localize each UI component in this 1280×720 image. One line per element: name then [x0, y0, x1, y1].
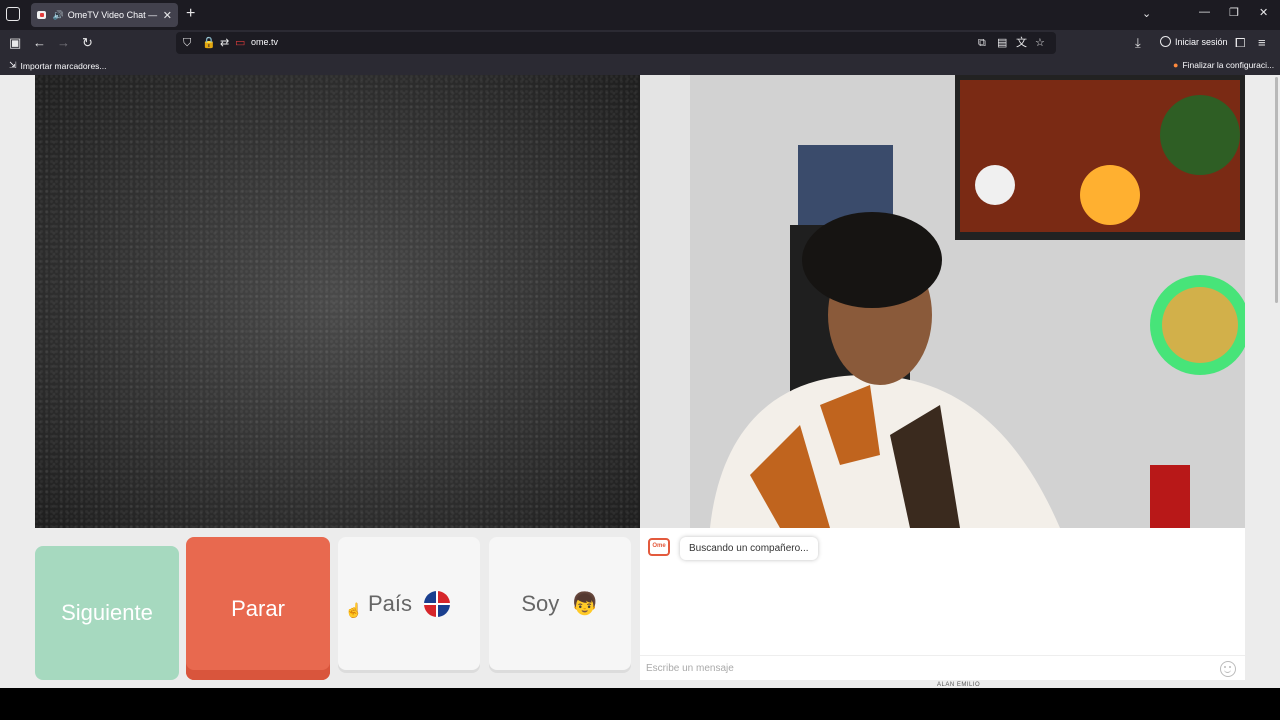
active-tab[interactable]: 🔊 OmeTV Video Chat — Ome ✕	[31, 3, 178, 27]
camera-icon[interactable]: ▭	[235, 35, 245, 51]
chevron-down-icon[interactable]: ⌄	[1142, 7, 1151, 20]
status-message: Buscando un compañero...	[680, 537, 818, 560]
new-tab-icon[interactable]: +	[186, 5, 195, 23]
sign-in-label: Iniciar sesión	[1175, 36, 1228, 47]
bookmarks-bar: ⇲ Importar marcadores... ● Finalizar la …	[0, 56, 1280, 75]
bottom-caption: ALAN EMILIO	[937, 682, 981, 688]
gender-button-label: Soy	[521, 590, 560, 616]
url-bar[interactable]: ⛉ 🔒 ⇄ ▭ ome.tv ⧉ ▤ 文 ☆	[176, 32, 1056, 54]
picture-in-picture-icon[interactable]: ⧉	[978, 35, 986, 51]
emoji-icon[interactable]	[1220, 661, 1236, 677]
permissions-icon[interactable]: ⇄	[220, 35, 229, 51]
downloads-icon[interactable]: ⤓	[1135, 35, 1141, 51]
finish-setup-item[interactable]: ● Finalizar la configuraci...	[1173, 60, 1274, 70]
audio-playing-icon[interactable]: 🔊	[52, 10, 63, 21]
dominican-flag-icon	[424, 590, 451, 617]
tab-title: OmeTV Video Chat — Ome	[67, 10, 159, 20]
reader-view-icon[interactable]: ▤	[997, 35, 1007, 51]
back-icon[interactable]: ←	[33, 35, 46, 51]
ometv-logo-icon: Ome	[648, 538, 670, 556]
page-content: Siguiente Parar País Soy 👦 ☝ Ome Buscand…	[0, 75, 1280, 688]
sign-in-button[interactable]: Iniciar sesión	[1160, 36, 1228, 47]
navigation-bar: ▣ ← → ↻ ⛉ 🔒 ⇄ ▭ ome.tv ⧉ ▤ 文 ☆ ⤓ Iniciar…	[0, 30, 1280, 56]
translate-icon[interactable]: 文	[1016, 35, 1027, 51]
next-button-label: Siguiente	[61, 600, 153, 625]
forward-icon[interactable]: →	[57, 35, 70, 51]
menu-icon[interactable]: ≡	[1258, 35, 1266, 51]
tab-favicon-icon	[37, 11, 47, 19]
tab-list-icon[interactable]	[6, 7, 20, 21]
tab-strip: 🔊 OmeTV Video Chat — Ome ✕ + ⌄ — ❐ ✕	[0, 0, 1280, 30]
country-button-label: País	[367, 590, 413, 616]
stranger-video	[35, 75, 640, 528]
restore-icon[interactable]: ❐	[1229, 6, 1239, 19]
bookmark-star-icon[interactable]: ☆	[1035, 35, 1045, 51]
scrollbar[interactable]	[1275, 77, 1278, 303]
lock-icon[interactable]: 🔒	[202, 35, 216, 51]
chat-panel: Ome Buscando un compañero...	[640, 528, 1245, 680]
import-icon: ⇲	[9, 60, 17, 70]
reload-icon[interactable]: ↻	[82, 35, 93, 51]
tab-close-icon[interactable]: ✕	[163, 9, 172, 22]
next-button[interactable]: Siguiente	[35, 546, 179, 680]
self-video	[640, 75, 1245, 528]
shield-icon[interactable]: ⛉	[183, 35, 191, 51]
webcam-scene	[640, 75, 1245, 528]
close-window-icon[interactable]: ✕	[1259, 6, 1268, 19]
sidebar-icon[interactable]: ▣	[9, 35, 21, 51]
import-bookmarks-label: Importar marcadores...	[20, 60, 107, 71]
firefox-icon: ●	[1173, 60, 1179, 70]
browser-window: 🔊 OmeTV Video Chat — Ome ✕ + ⌄ — ❐ ✕ ▣ ←…	[0, 0, 1280, 688]
gender-button[interactable]: Soy 👦	[489, 537, 631, 670]
url-text: ome.tv	[251, 37, 279, 47]
account-icon	[1160, 36, 1171, 47]
hand-cursor-icon: ☝	[345, 602, 363, 618]
finish-setup-label: Finalizar la configuraci...	[1182, 60, 1275, 70]
import-bookmarks-item[interactable]: ⇲ Importar marcadores...	[9, 60, 107, 71]
stop-button[interactable]: Parar	[186, 537, 330, 680]
stop-button-label: Parar	[231, 595, 285, 621]
extensions-icon[interactable]: ⧠	[1235, 35, 1245, 51]
boy-face-icon: 👦	[571, 590, 599, 616]
message-input[interactable]	[646, 660, 1206, 677]
minimize-icon[interactable]: —	[1199, 6, 1210, 18]
chat-input-area	[640, 655, 1245, 680]
